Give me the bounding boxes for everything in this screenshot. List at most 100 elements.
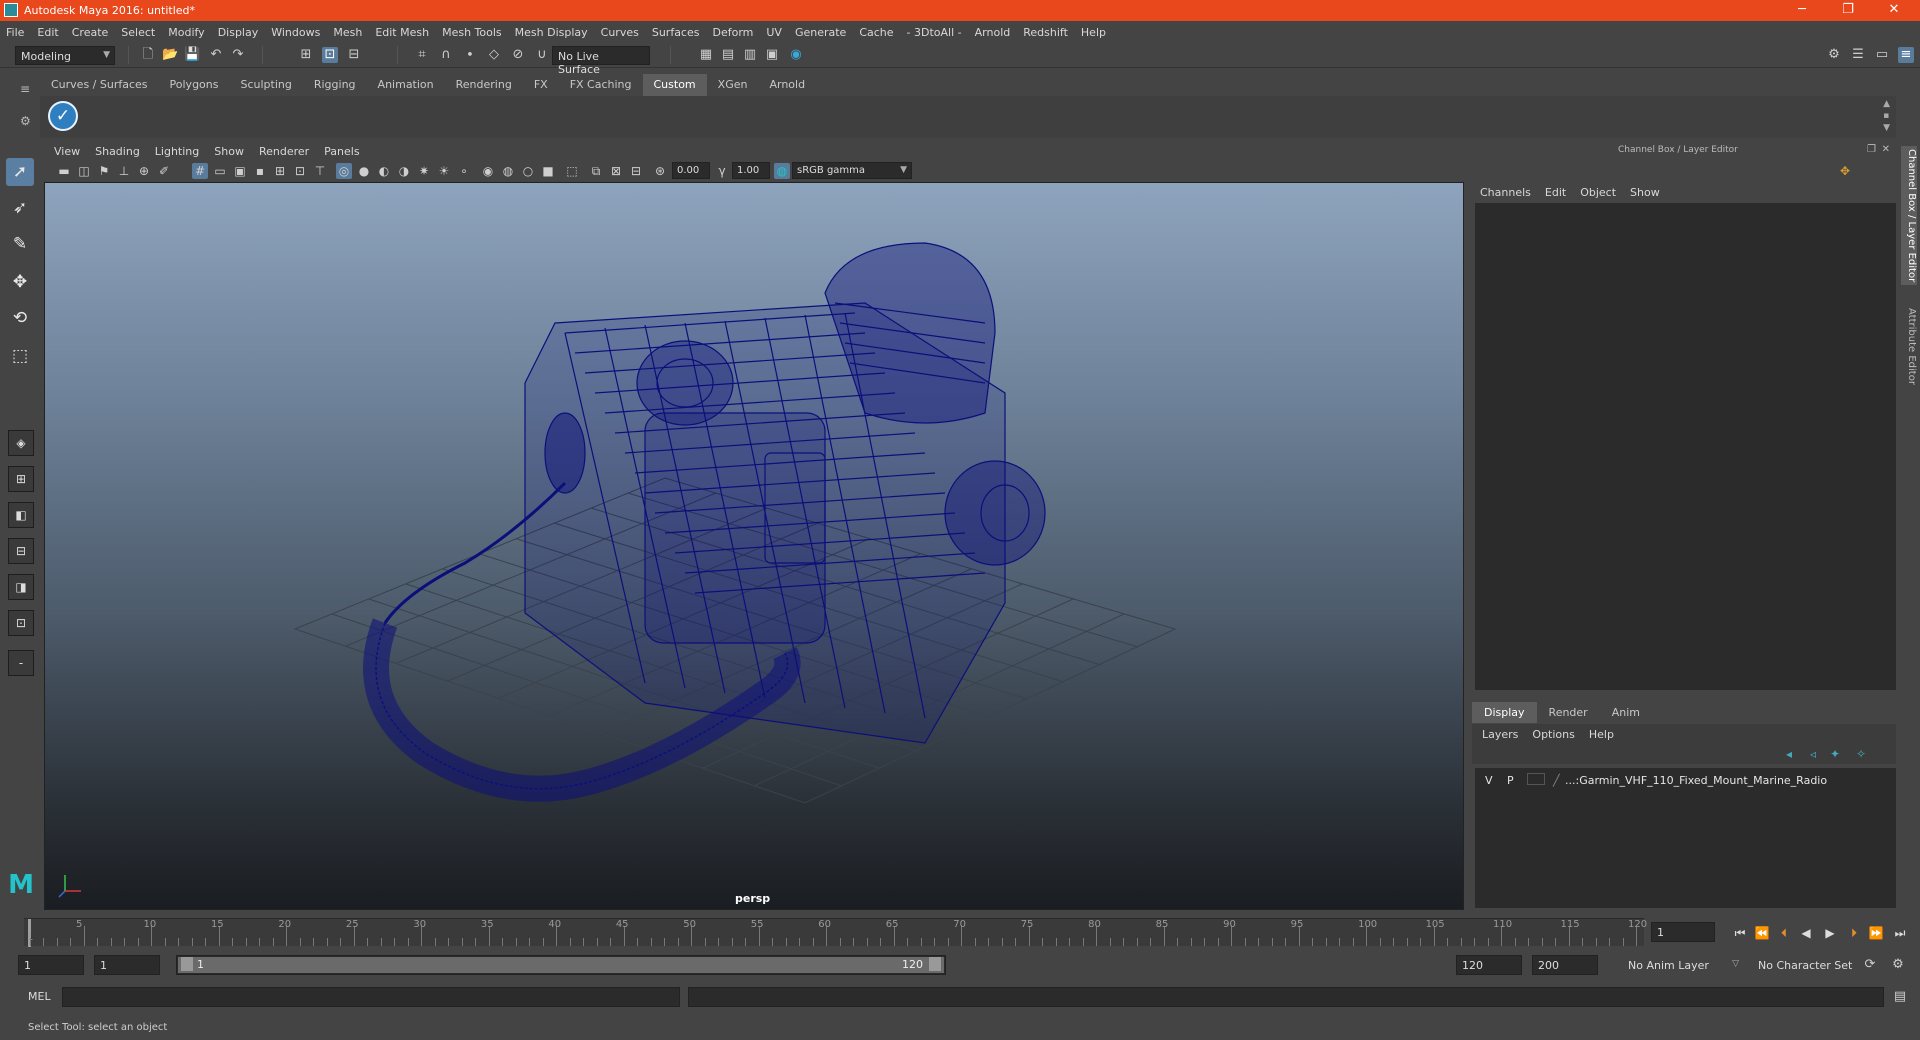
layer-color-swatch[interactable] (1527, 773, 1545, 785)
layers-menu[interactable]: Layers (1482, 728, 1518, 741)
select-tool-icon[interactable]: ➚ (6, 158, 34, 186)
close-panel-icon[interactable]: ✕ (1882, 144, 1890, 155)
current-frame-field[interactable]: 1 (1651, 922, 1715, 942)
close-button[interactable]: ✕ (1871, 0, 1917, 21)
menu-3dtoall[interactable]: - 3DtoAll - (907, 26, 962, 39)
menu-cache[interactable]: Cache (859, 26, 893, 39)
xray-joints-icon[interactable]: ◍ (500, 163, 516, 179)
move-layer-down-icon[interactable]: ◃ (1810, 747, 1816, 761)
grease-pencil-icon[interactable]: ✐ (156, 163, 172, 179)
menu-curves[interactable]: Curves (601, 26, 639, 39)
range-slider-grip-right[interactable] (929, 957, 941, 971)
toggle-channel-icon[interactable]: ✥ (1840, 164, 1850, 178)
isolate-view-icon[interactable]: ⧉ (588, 163, 604, 179)
frame-selection-icon[interactable]: ⊟ (628, 163, 644, 179)
render-settings-icon[interactable]: ▦ (698, 47, 714, 63)
use-all-lights-icon[interactable]: ◐ (376, 163, 392, 179)
help-menu[interactable]: Help (1589, 728, 1614, 741)
live-surface-field[interactable]: No Live Surface (552, 46, 650, 76)
panel-menu-panels[interactable]: Panels (324, 145, 359, 158)
playback-end-field[interactable]: 120 (1456, 955, 1522, 975)
layer-row[interactable]: V P ╱ ...:Garmin_VHF_110_Fixed_Mount_Mar… (1475, 772, 1896, 788)
textured-icon[interactable]: ◑ (396, 163, 412, 179)
play-forwards-icon[interactable]: ▶ (1822, 926, 1838, 940)
command-input[interactable] (62, 987, 680, 1007)
shelf-menu-icon[interactable]: ≡ (20, 82, 30, 96)
gamma-field[interactable]: 1.00 (732, 162, 770, 179)
ambient-occlusion-icon[interactable]: ∘ (456, 163, 472, 179)
start-time-field[interactable]: 1 (18, 955, 84, 975)
safe-title-icon[interactable]: ⊤ (312, 163, 328, 179)
playback-start-field[interactable]: 1 (94, 955, 160, 975)
select-hierarchy-icon[interactable]: ⊞ (298, 47, 314, 63)
lights-icon[interactable]: ☀ (436, 163, 452, 179)
move-layer-up-icon[interactable]: ◂ (1786, 747, 1792, 761)
menu-edit-mesh[interactable]: Edit Mesh (375, 26, 429, 39)
shelf-tab-custom[interactable]: Custom (642, 74, 707, 96)
shelf-settings-icon[interactable]: ⚙ (20, 114, 31, 128)
outliner-persp-layout-icon[interactable]: ⊡ (8, 610, 34, 636)
range-slider-handle[interactable] (178, 957, 944, 973)
single-perspective-layout-icon[interactable]: ◈ (8, 430, 34, 456)
xray-icon[interactable]: ◉ (480, 163, 496, 179)
shelf-tab-sculpting[interactable]: Sculpting (229, 74, 303, 96)
channels-menu[interactable]: Channels (1480, 186, 1531, 199)
snap-view-plane-icon[interactable]: ◇ (486, 47, 502, 63)
menu-help[interactable]: Help (1081, 26, 1106, 39)
snap-point-icon[interactable]: ∙ (462, 47, 478, 63)
new-layer-selected-icon[interactable]: ✧ (1856, 747, 1866, 761)
panel-menu-renderer[interactable]: Renderer (259, 145, 309, 158)
menu-arnold[interactable]: Arnold (975, 26, 1011, 39)
menu-uv[interactable]: UV (766, 26, 782, 39)
step-forward-key-icon[interactable]: ⏵ (1846, 926, 1862, 940)
layer-tab-display[interactable]: Display (1472, 702, 1537, 723)
object-menu[interactable]: Object (1580, 186, 1616, 199)
float-panel-icon[interactable]: ❐ (1867, 144, 1876, 155)
anim-layer-dropdown[interactable]: No Anim Layer ▽ (1622, 955, 1744, 975)
custom-layout-icon[interactable]: - (8, 650, 34, 676)
field-chart-icon[interactable]: ⊞ (272, 163, 288, 179)
checkmark-shelf-icon[interactable]: ✓ (48, 101, 78, 131)
frame-all-icon[interactable]: ⊠ (608, 163, 624, 179)
move-tool-icon[interactable]: ✥ (6, 268, 34, 296)
new-empty-layer-icon[interactable]: ✦ (1830, 747, 1840, 761)
persp-graph-layout-icon[interactable]: ⊟ (8, 538, 34, 564)
menu-file[interactable]: File (6, 26, 24, 39)
film-gate-icon[interactable]: ▭ (212, 163, 228, 179)
hypershade-icon[interactable]: ◉ (788, 47, 804, 63)
shelf-scroll-icon[interactable]: ▲ ▪ ▼ (1883, 98, 1890, 134)
attribute-editor-side-tab[interactable]: Attribute Editor (1901, 308, 1917, 385)
smooth-shade-icon[interactable]: ● (356, 163, 372, 179)
paint-select-tool-icon[interactable]: ✎ (6, 230, 34, 258)
character-set-dropdown[interactable]: No Character Set (1752, 955, 1876, 975)
snap-curve-icon[interactable]: ∩ (438, 47, 454, 63)
layer-name[interactable]: ...:Garmin_VHF_110_Fixed_Mount_Marine_Ra… (1565, 774, 1827, 787)
open-scene-icon[interactable]: 📂 (162, 47, 178, 63)
snap-grid-icon[interactable]: ⌗ (414, 47, 430, 63)
rotate-tool-icon[interactable]: ⟲ (6, 304, 34, 332)
modeling-toolkit-icon[interactable]: ☰ (1850, 47, 1866, 63)
color-management-icon[interactable]: ◍ (774, 163, 790, 179)
grid-toggle-icon[interactable]: # (192, 163, 208, 179)
shelf-tab-fx-caching[interactable]: FX Caching (558, 74, 643, 96)
layer-tab-anim[interactable]: Anim (1599, 702, 1652, 723)
menu-edit[interactable]: Edit (37, 26, 58, 39)
menu-modify[interactable]: Modify (168, 26, 204, 39)
shelf-tab-rigging[interactable]: Rigging (302, 74, 367, 96)
snap-magnet-icon[interactable]: ∪ (534, 47, 550, 63)
2d-pan-zoom-icon[interactable]: ⊕ (136, 163, 152, 179)
camera-select-icon[interactable]: ▬ (56, 163, 72, 179)
shelf-tab-curves-surfaces[interactable]: Curves / Surfaces (40, 74, 159, 96)
wireframe-shading-icon[interactable]: ◎ (336, 163, 352, 179)
view-transform-dropdown[interactable]: sRGB gamma ▼ (792, 162, 912, 179)
scale-tool-icon[interactable]: ⬚ (6, 342, 34, 370)
layer-tab-render[interactable]: Render (1536, 702, 1600, 723)
render-frame-icon[interactable]: ▤ (720, 47, 736, 63)
panel-menu-show[interactable]: Show (214, 145, 244, 158)
select-component-icon[interactable]: ⊟ (346, 47, 362, 63)
minimize-button[interactable]: ─ (1779, 0, 1825, 21)
layer-visibility-toggle[interactable]: V (1485, 774, 1493, 787)
image-plane-icon[interactable]: ⊥ (116, 163, 132, 179)
side-by-side-layout-icon[interactable]: ◧ (8, 502, 34, 528)
make-live-icon[interactable]: ⊘ (510, 47, 526, 63)
